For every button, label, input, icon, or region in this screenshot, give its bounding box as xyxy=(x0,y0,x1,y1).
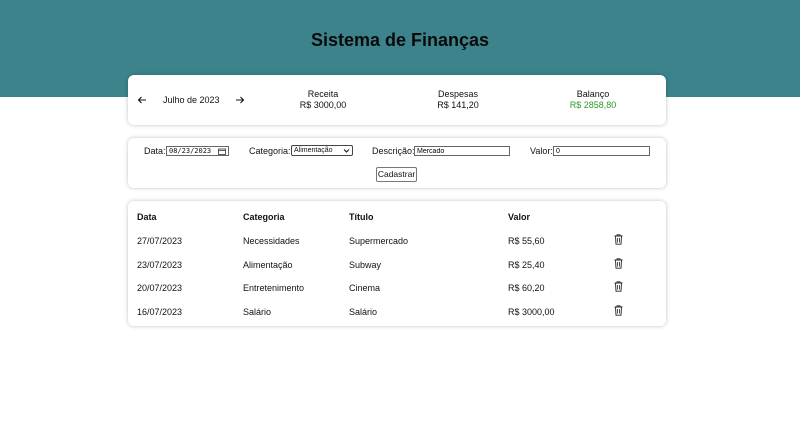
date-label: Data: xyxy=(144,146,166,156)
arrow-right-icon xyxy=(236,96,245,104)
row-date: 27/07/2023 xyxy=(137,236,183,246)
receita-label: Receita xyxy=(307,89,339,99)
value-input[interactable] xyxy=(553,146,650,156)
row-value: R$ 3000,00 xyxy=(508,307,555,317)
transactions-table: Data Categoria Título Valor 27/07/2023 N… xyxy=(128,201,666,326)
current-month-label: Julho de 2023 xyxy=(163,95,220,105)
header-date: Data xyxy=(137,212,157,222)
category-label: Categoria: xyxy=(249,146,291,156)
header-category: Categoria xyxy=(243,212,285,222)
value-label: Valor: xyxy=(530,146,553,156)
trash-icon[interactable] xyxy=(614,234,623,245)
description-input[interactable] xyxy=(414,146,510,156)
app-title: Sistema de Finanças xyxy=(310,30,490,50)
row-title: Salário xyxy=(349,307,378,317)
row-category: Necessidades xyxy=(243,236,300,246)
receita-value: R$ 3000,00 xyxy=(299,100,347,110)
table-row: 20/07/2023 Entretenimento Cinema R$ 60,2… xyxy=(128,281,666,303)
description-label: Descrição: xyxy=(372,146,415,156)
despesas-label: Despesas xyxy=(437,89,479,99)
date-input[interactable]: 08/23/2023 xyxy=(166,146,229,156)
receita-stat: Receita R$ 3000,00 xyxy=(293,89,353,111)
entry-form: Data: 08/23/2023 Categoria: Alimentação … xyxy=(128,138,666,188)
despesas-value: R$ 141,20 xyxy=(437,100,479,110)
row-category: Salário xyxy=(243,307,272,317)
chevron-down-icon xyxy=(343,149,350,153)
balanco-value: R$ 2858,80 xyxy=(569,100,617,110)
row-category: Alimentação xyxy=(243,260,293,270)
prev-month-button[interactable] xyxy=(136,94,148,106)
row-date: 23/07/2023 xyxy=(137,260,183,270)
summary-card: Julho de 2023 Receita R$ 3000,00 Despesa… xyxy=(128,75,666,125)
trash-icon[interactable] xyxy=(614,281,623,292)
header-title: Título xyxy=(349,212,374,222)
table-row: 23/07/2023 Alimentação Subway R$ 25,40 xyxy=(128,258,666,280)
balanco-label: Balanço xyxy=(576,89,610,99)
table-row: 27/07/2023 Necessidades Supermercado R$ … xyxy=(128,234,666,256)
row-title: Cinema xyxy=(349,283,381,293)
submit-button[interactable]: Cadastrar xyxy=(376,167,417,182)
header-value: Valor xyxy=(508,212,531,222)
despesas-stat: Despesas R$ 141,20 xyxy=(428,89,488,111)
calendar-icon[interactable] xyxy=(218,148,226,155)
trash-icon[interactable] xyxy=(614,305,623,316)
row-category: Entretenimento xyxy=(243,283,305,293)
table-row: 16/07/2023 Salário Salário R$ 3000,00 xyxy=(128,305,666,327)
trash-icon[interactable] xyxy=(614,258,623,269)
row-title: Subway xyxy=(349,260,382,270)
row-value: R$ 25,40 xyxy=(508,260,545,270)
arrow-left-icon xyxy=(137,96,146,104)
row-title: Supermercado xyxy=(349,236,409,246)
row-value: R$ 60,20 xyxy=(508,283,545,293)
date-value: 08/23/2023 xyxy=(169,147,212,155)
row-value: R$ 55,60 xyxy=(508,236,545,246)
category-select[interactable]: Alimentação xyxy=(291,145,353,156)
next-month-button[interactable] xyxy=(234,94,246,106)
balanco-stat: Balanço R$ 2858,80 xyxy=(563,89,623,111)
category-selected-value: Alimentação xyxy=(294,147,333,154)
row-date: 20/07/2023 xyxy=(137,283,183,293)
row-date: 16/07/2023 xyxy=(137,307,183,317)
